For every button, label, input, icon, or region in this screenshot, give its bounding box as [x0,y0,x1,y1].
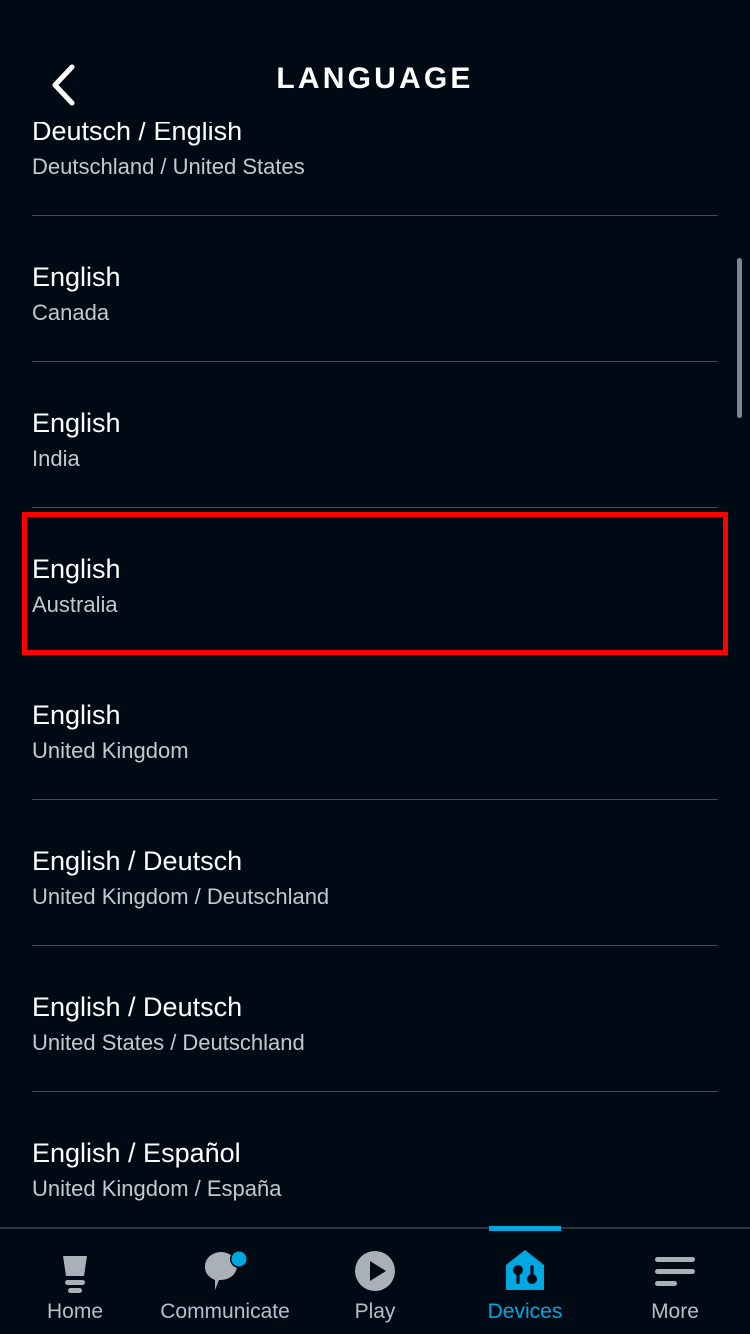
nav-tab-label: Communicate [160,1299,290,1325]
language-list-item[interactable]: English / Deutsch United Kingdom / Deutsc… [0,800,750,946]
nav-tab-communicate[interactable]: Communicate [150,1229,300,1334]
language-region: United Kingdom [32,736,718,766]
nav-tab-label: Devices [488,1299,563,1325]
echo-device-icon [52,1247,98,1295]
scrollbar-thumb[interactable] [737,258,742,418]
nav-tab-play[interactable]: Play [300,1229,450,1334]
nav-tab-devices[interactable]: Devices [450,1229,600,1334]
language-region: Deutschland / United States [32,152,718,182]
language-name: English [32,698,718,732]
language-list-item[interactable]: English Canada [0,216,750,362]
language-region: United Kingdom / Deutschland [32,882,718,912]
play-circle-icon [352,1247,398,1295]
language-region: Canada [32,298,718,328]
language-list-item[interactable]: English / Deutsch United States / Deutsch… [0,946,750,1092]
language-name: Deutsch / English [32,122,718,148]
nav-tab-home[interactable]: Home [0,1229,150,1334]
nav-tab-label: Home [47,1299,103,1325]
language-name: English / Deutsch [32,844,718,878]
language-name: English / Español [32,1136,718,1170]
hamburger-menu-icon [651,1247,699,1295]
language-region: Australia [32,590,718,620]
language-name: English / Deutsch [32,990,718,1024]
nav-tab-label: More [651,1299,699,1325]
language-region: United States / Deutschland [32,1028,718,1058]
language-settings-screen: LANGUAGE Deutsch / English Deutschland / … [0,0,750,1334]
language-list-item[interactable]: English Australia [0,508,750,654]
page-title: LANGUAGE [0,62,750,96]
language-name: English [32,406,718,440]
app-header: LANGUAGE [0,0,750,122]
language-region: United Kingdom / España [32,1174,718,1204]
nav-tab-more[interactable]: More [600,1229,750,1334]
language-list[interactable]: Deutsch / English Deutschland / United St… [0,122,750,1227]
bottom-navigation-bar: Home Communicate Play Devices More [0,1227,750,1334]
language-list-item[interactable]: English / Español United Kingdom / España [0,1092,750,1227]
nav-tab-label: Play [355,1299,396,1325]
language-region: India [32,444,718,474]
language-name: English [32,260,718,294]
smart-home-icon [502,1247,548,1295]
language-name: English [32,552,718,586]
speech-bubble-icon [201,1247,249,1295]
language-list-item[interactable]: English India [0,362,750,508]
language-list-item[interactable]: English United Kingdom [0,654,750,800]
language-list-item[interactable]: Deutsch / English Deutschland / United St… [0,122,750,216]
active-tab-indicator [489,1226,561,1231]
